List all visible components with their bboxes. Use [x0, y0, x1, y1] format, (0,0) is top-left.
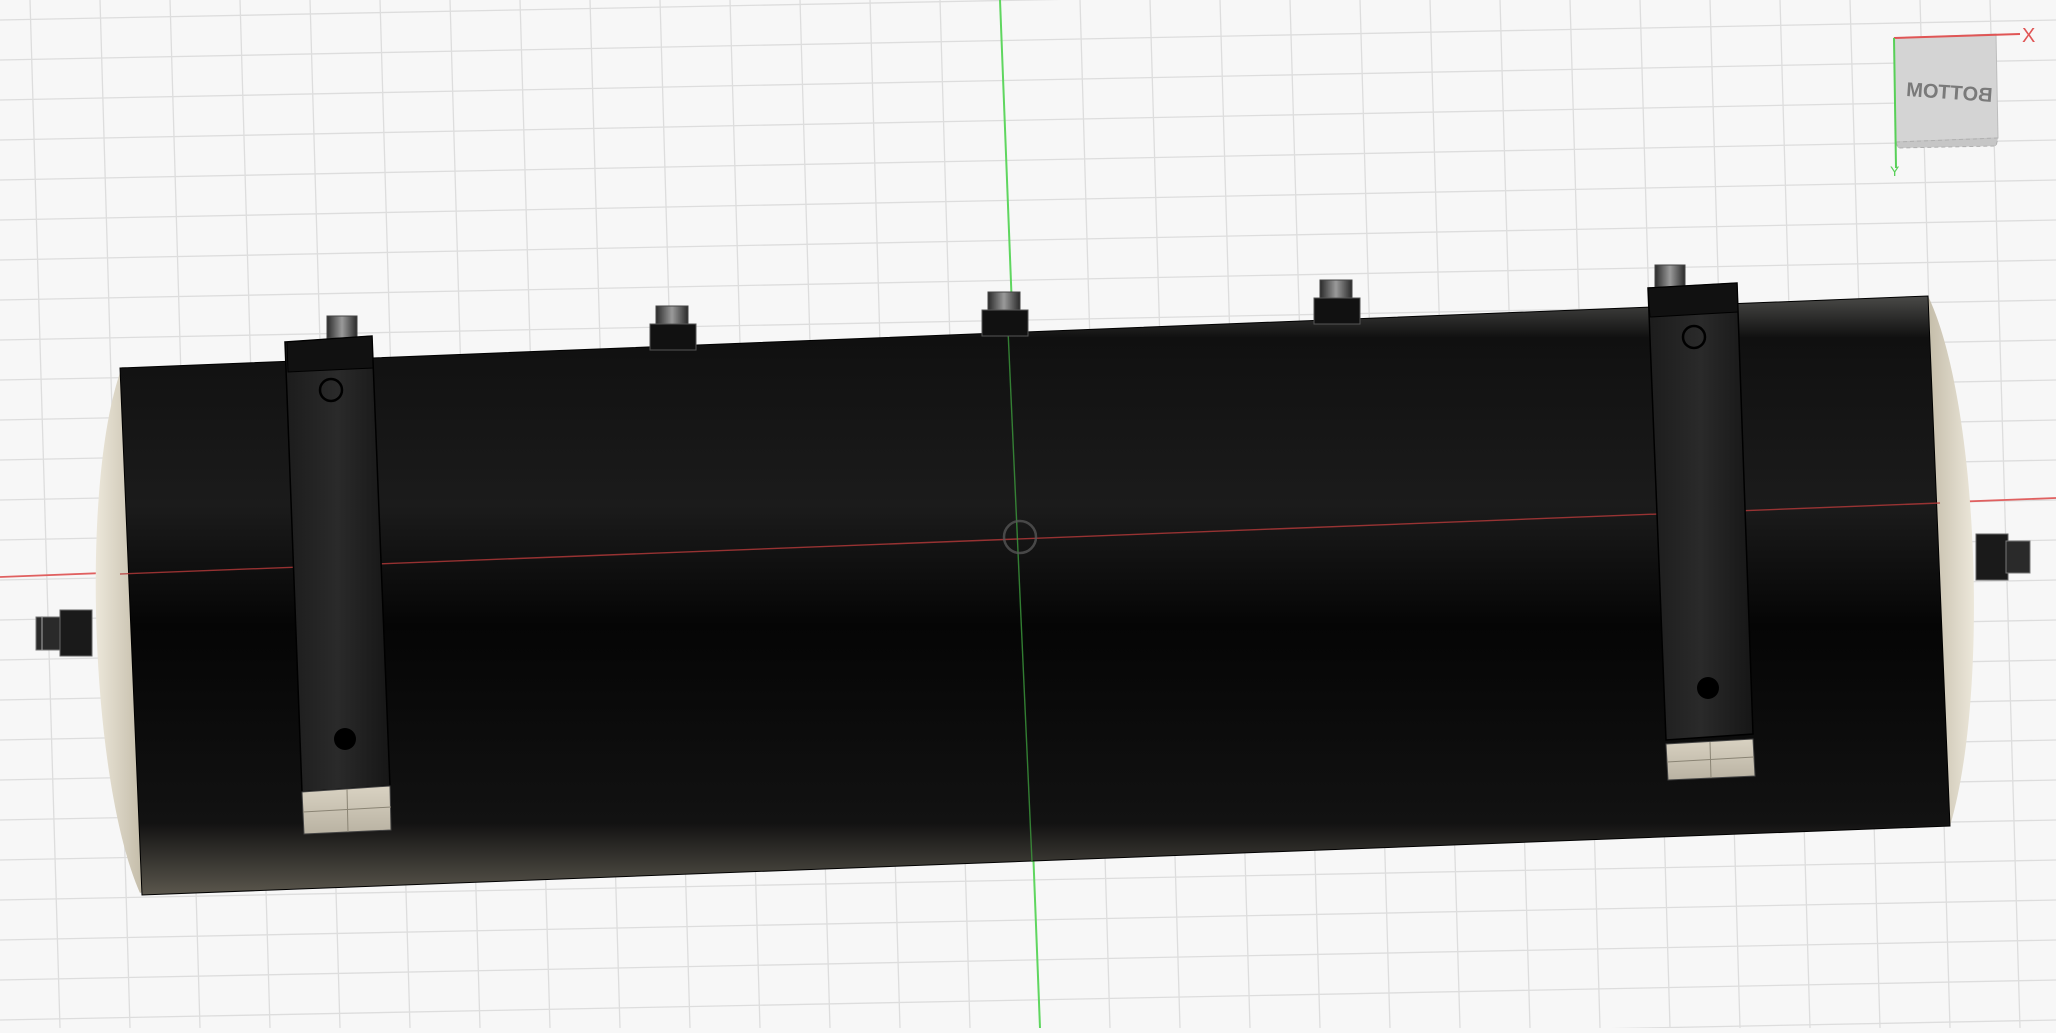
mounting-strap-right[interactable]: [1647, 264, 1756, 781]
end-port-left[interactable]: [35, 609, 93, 657]
viewcube[interactable]: X Y BOTTOM: [1880, 20, 2040, 190]
viewcube-y-label: Y: [1890, 163, 1900, 179]
3d-viewport[interactable]: X Y BOTTOM: [0, 0, 2056, 1033]
top-fitting-3[interactable]: [1313, 279, 1361, 325]
viewcube-graphic[interactable]: X Y BOTTOM: [1880, 20, 2040, 190]
top-fitting-1[interactable]: [649, 305, 697, 351]
top-fitting-2[interactable]: [981, 291, 1029, 337]
viewcube-x-label: X: [2022, 25, 2035, 47]
viewport-canvas[interactable]: [0, 0, 2056, 1033]
end-port-right[interactable]: [1975, 533, 2031, 581]
